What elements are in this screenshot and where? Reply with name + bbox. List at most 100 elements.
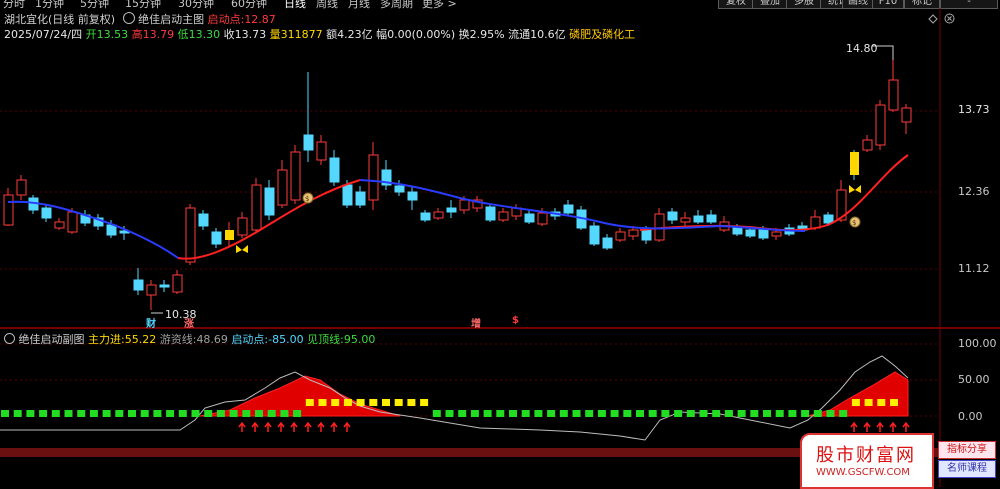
candle-body — [290, 151, 301, 201]
signal-square-green — [686, 410, 695, 417]
candle-body — [602, 237, 613, 249]
candle-body — [459, 199, 470, 211]
signal-square-green — [661, 410, 670, 417]
candle-body — [198, 213, 209, 227]
signal-square-green — [102, 410, 111, 417]
signal-square-green — [826, 410, 835, 417]
candle-body — [862, 139, 873, 151]
candle-body — [758, 229, 769, 239]
signal-icons: $$ — [236, 185, 861, 253]
signal-square-green — [521, 410, 530, 417]
signal-square-green — [470, 410, 479, 417]
candle-body — [901, 107, 912, 123]
candle-body — [342, 184, 353, 206]
signal-square-green — [51, 410, 60, 417]
signal-square-green — [204, 410, 213, 417]
candle-body — [680, 217, 691, 223]
signal-arrow-up — [902, 421, 910, 432]
watermark-box: 股市财富网 WWW.GSCFW.COM — [800, 433, 934, 489]
signal-squares — [1, 399, 898, 417]
candle-body — [706, 214, 717, 223]
watermark-tag-course: 名师课程 — [938, 460, 996, 478]
event-mark-cai[interactable]: 财 — [146, 315, 156, 330]
y-tick-main-3: 11.12 — [958, 262, 990, 275]
candle-body — [875, 104, 886, 146]
signal-square-yellow — [305, 399, 314, 406]
signal-square-green — [39, 410, 48, 417]
signal-square-green — [636, 410, 644, 417]
signal-square-green — [509, 410, 517, 417]
watermark-logo: 股市财富网 WWW.GSCFW.COM 指标分享 名师课程 — [800, 433, 1000, 489]
candle-body — [446, 207, 457, 213]
candle-body — [303, 134, 314, 151]
candle-body — [67, 211, 78, 233]
signal-square-green — [89, 410, 98, 417]
svg-text:$: $ — [852, 219, 856, 227]
signal-square-green — [153, 410, 162, 417]
signal-square-green — [699, 410, 708, 417]
candle-body — [693, 215, 704, 223]
watermark-name: 股市财富网 — [816, 445, 916, 466]
signal-square-green — [801, 410, 810, 417]
signal-arrow-up — [343, 421, 351, 432]
signal-square-green — [623, 410, 632, 417]
sub-indicator-name[interactable]: 绝佳启动副图 — [19, 333, 85, 346]
price-chart[interactable]: $$ — [0, 0, 1000, 487]
candle-body — [251, 184, 262, 231]
signal-square-yellow — [890, 399, 898, 406]
event-mark-zeng[interactable]: 增 — [471, 315, 481, 330]
max-min-markers — [151, 45, 894, 314]
signal-square-green — [597, 410, 606, 417]
signal-arrow-up — [290, 421, 298, 432]
signal-square-green — [13, 410, 22, 417]
candle-body-highlight — [225, 230, 234, 240]
candle-body — [771, 231, 782, 237]
signal-square-green — [1, 410, 9, 417]
youzi-label: 游资线: — [159, 333, 197, 346]
candle-body — [264, 187, 275, 216]
candle-body — [745, 229, 756, 237]
signal-arrow-up — [850, 421, 858, 432]
event-mark-dollar[interactable]: $ — [512, 315, 519, 326]
signal-square-green — [115, 410, 124, 417]
candle-body — [237, 217, 248, 236]
candle-body — [888, 79, 899, 111]
signal-square-yellow — [369, 399, 378, 406]
signal-square-yellow — [343, 399, 352, 406]
signal-square-yellow — [851, 399, 860, 406]
gear-icon[interactable] — [4, 333, 15, 344]
candle-body — [316, 141, 327, 161]
zhuli-label: 主力进: — [88, 333, 125, 346]
candle-body — [589, 225, 600, 245]
signal-square-green — [534, 410, 543, 417]
signal-square-yellow — [407, 399, 416, 406]
signal-square-green — [559, 410, 568, 417]
signal-square-green — [585, 410, 594, 417]
event-mark-zhang[interactable]: 涨 — [184, 315, 194, 330]
signal-square-green — [496, 410, 505, 417]
candle-body — [355, 191, 366, 206]
signal-square-green — [775, 410, 784, 417]
signal-arrow-up — [330, 421, 338, 432]
signal-square-green — [724, 410, 733, 417]
signal-square-green — [432, 410, 441, 417]
sub-grid — [0, 343, 940, 417]
candle-body — [41, 207, 52, 219]
svg-text:$: $ — [305, 195, 309, 203]
signal-square-green — [813, 410, 822, 417]
candle-body — [537, 212, 548, 225]
candle-body — [732, 227, 743, 235]
watermark-tag-share: 指标分享 — [938, 441, 996, 459]
signal-arrow-up — [238, 421, 246, 432]
candle-body — [641, 229, 652, 241]
signal-square-green — [483, 410, 492, 417]
candle-body — [329, 157, 340, 183]
signal-square-green — [763, 410, 771, 417]
moneybag-icon: $ — [302, 192, 314, 204]
candle-body — [106, 224, 117, 236]
signal-square-yellow — [356, 399, 365, 406]
candle-body — [524, 213, 535, 223]
signal-square-yellow — [382, 399, 390, 406]
jianding-value: 95.00 — [343, 333, 376, 346]
youzi-line — [0, 355, 909, 441]
